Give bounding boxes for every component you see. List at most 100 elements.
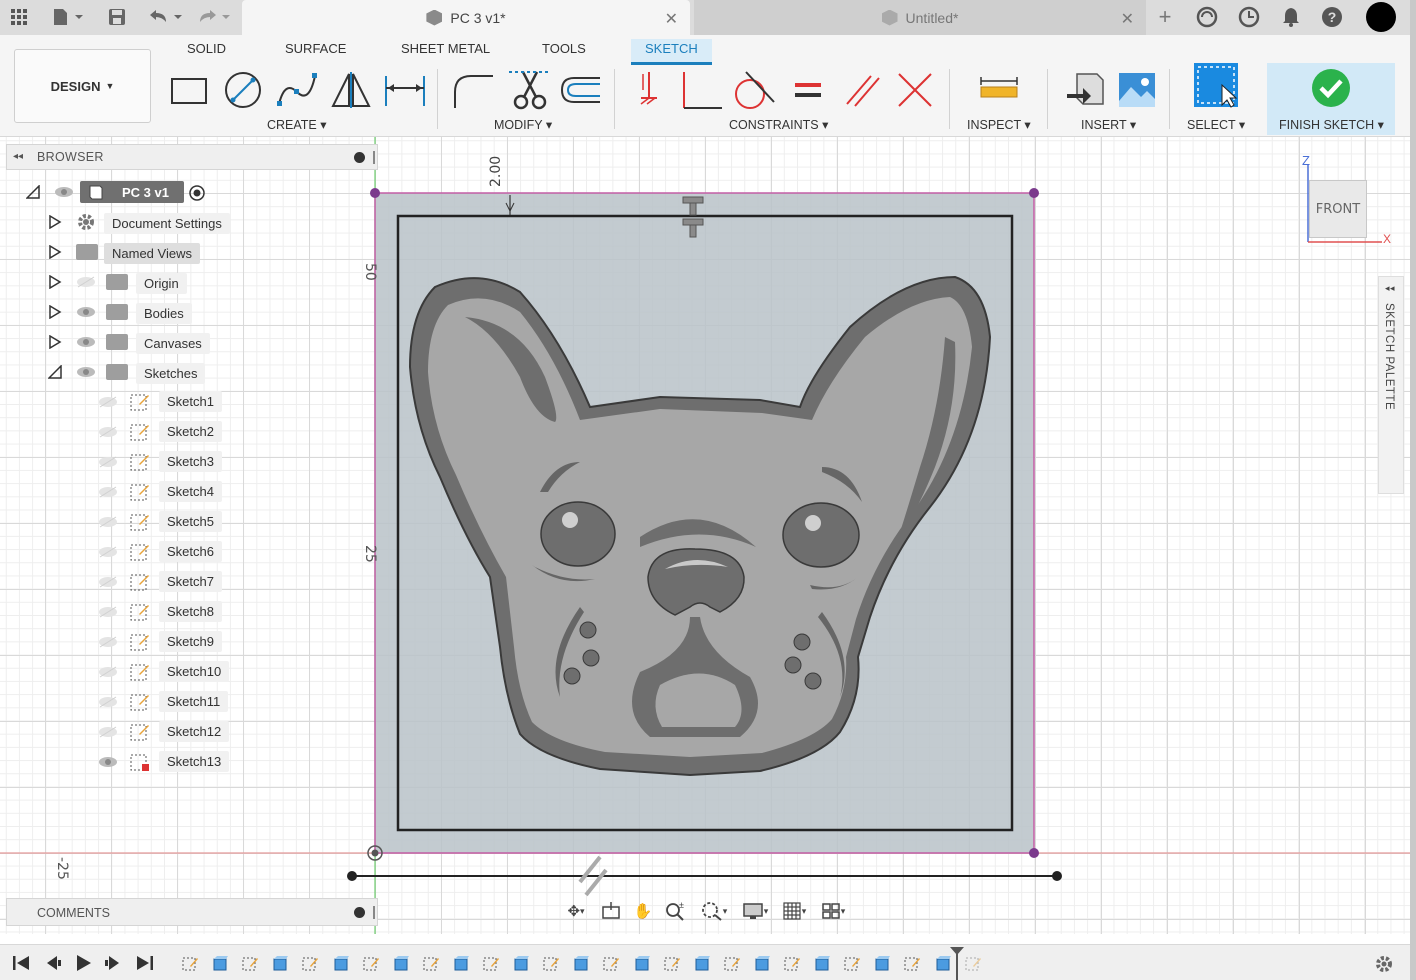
file-menu-icon[interactable] (50, 6, 86, 28)
notifications-bell-icon[interactable] (1280, 6, 1302, 28)
hidden-eye-icon[interactable] (98, 726, 118, 738)
tab-sketch[interactable]: SKETCH (631, 39, 712, 65)
finish-sketch-button[interactable]: FINISH SKETCH ▾ (1267, 63, 1395, 135)
trim-scissors-icon[interactable] (506, 67, 552, 113)
timeline-feature-extrude-icon[interactable] (573, 955, 590, 971)
pan-hand-icon[interactable]: ✋ (632, 900, 654, 922)
timeline-feature-sketch-icon[interactable] (543, 955, 560, 971)
save-icon[interactable] (106, 6, 128, 28)
play-icon[interactable] (74, 954, 92, 972)
spline-tool-icon[interactable] (274, 67, 320, 113)
timeline-feature-extrude-icon[interactable] (212, 955, 229, 971)
hidden-eye-icon[interactable] (98, 516, 118, 528)
browser-pin-icon[interactable] (354, 152, 365, 163)
browser-resize-handle[interactable] (373, 151, 375, 164)
tab-tools[interactable]: TOOLS (528, 39, 600, 65)
timeline-feature-extrude-icon[interactable] (272, 955, 289, 971)
tab-solid[interactable]: SOLID (173, 39, 240, 65)
select-group-label[interactable]: SELECT ▾ (1187, 117, 1245, 132)
visibility-eye-icon[interactable] (76, 306, 96, 318)
look-at-icon[interactable] (600, 900, 622, 922)
circle-tool-icon[interactable] (220, 67, 266, 113)
close-tab-icon[interactable]: ✕ (665, 9, 678, 29)
timeline-feature-sketch-icon[interactable] (603, 955, 620, 971)
browser-panel-header[interactable]: ◂◂ BROWSER (6, 144, 378, 170)
design-viewport[interactable]: 2.00 50 25 -25 (0, 137, 1410, 934)
fix-constraint-icon[interactable] (626, 67, 672, 113)
timeline-feature-sketch-icon[interactable] (904, 955, 921, 971)
modify-group-label[interactable]: MODIFY ▾ (494, 117, 552, 132)
timeline-feature-sketch-icon[interactable] (242, 955, 259, 971)
undo-icon[interactable] (146, 6, 186, 28)
timeline-settings-gear-icon[interactable] (1374, 954, 1394, 974)
new-tab-icon[interactable]: + (1154, 4, 1176, 29)
user-avatar[interactable] (1366, 2, 1396, 32)
fillet-tool-icon[interactable] (450, 67, 496, 113)
equal-constraint-icon[interactable] (786, 67, 832, 113)
insert-canvas-image-icon[interactable] (1114, 67, 1160, 113)
visibility-eye-icon[interactable] (76, 366, 96, 378)
orbit-icon[interactable]: ✥ ▾ (558, 900, 594, 922)
visibility-eye-icon[interactable] (54, 186, 74, 198)
timeline-feature-extrude-icon[interactable] (814, 955, 831, 971)
tab-active-document[interactable]: PC 3 v1* ✕ (242, 0, 690, 35)
timeline-feature-extrude-icon[interactable] (333, 955, 349, 971)
hidden-eye-icon[interactable] (98, 426, 118, 438)
hidden-eye-icon[interactable] (98, 696, 118, 708)
select-window-icon[interactable] (1192, 63, 1238, 109)
constraints-group-label[interactable]: CONSTRAINTS ▾ (729, 117, 828, 132)
collapsed-triangle-icon[interactable] (48, 305, 62, 319)
help-icon[interactable]: ? (1321, 6, 1343, 28)
timeline-feature-sketch-icon[interactable] (965, 955, 981, 971)
comments-add-icon[interactable] (354, 907, 365, 918)
activate-radio-icon[interactable] (188, 184, 206, 202)
timeline-feature-extrude-icon[interactable] (634, 955, 650, 971)
timeline-feature-sketch-icon[interactable] (724, 955, 740, 971)
hidden-eye-icon[interactable] (98, 666, 118, 678)
redo-icon[interactable] (196, 6, 236, 28)
dimension-value[interactable]: 2.00 (488, 156, 504, 187)
grid-settings-icon[interactable]: ▾ (777, 900, 811, 922)
tab-inactive-document[interactable]: Untitled* ✕ (694, 0, 1146, 35)
comments-resize-handle[interactable] (373, 906, 375, 919)
create-group-label[interactable]: CREATE ▾ (267, 117, 327, 132)
clock-icon[interactable] (1238, 6, 1260, 28)
hidden-eye-icon[interactable] (98, 486, 118, 498)
expanded-triangle-icon[interactable] (48, 365, 62, 379)
collapsed-triangle-icon[interactable] (48, 245, 62, 259)
insert-group-label[interactable]: INSERT ▾ (1081, 117, 1136, 132)
hidden-eye-icon[interactable] (98, 546, 118, 558)
timeline-feature-sketch-icon[interactable] (483, 955, 499, 971)
timeline-feature-sketch-icon[interactable] (664, 955, 680, 971)
timeline-feature-extrude-icon[interactable] (513, 955, 530, 971)
timeline-feature-extrude-icon[interactable] (453, 955, 469, 971)
timeline-feature-sketch-icon[interactable] (844, 955, 861, 971)
timeline-feature-extrude-icon[interactable] (754, 955, 770, 971)
parallel-constraint-icon[interactable] (840, 67, 886, 113)
timeline-feature-sketch-icon[interactable] (423, 955, 439, 971)
close-tab-icon[interactable]: ✕ (1121, 9, 1134, 29)
apps-grid-icon[interactable] (8, 6, 30, 28)
mirror-tool-icon[interactable] (328, 67, 374, 113)
job-status-icon[interactable] (1196, 6, 1218, 28)
timeline-feature-extrude-icon[interactable] (694, 955, 710, 971)
hidden-eye-icon[interactable] (98, 396, 118, 408)
visibility-eye-icon[interactable] (76, 336, 96, 348)
viewcube-front-face[interactable]: FRONT (1309, 180, 1367, 238)
offset-tool-icon[interactable] (558, 67, 604, 113)
timeline-marker[interactable] (949, 945, 965, 980)
expanded-triangle-icon[interactable] (26, 185, 40, 199)
display-settings-icon[interactable]: ▾ (738, 900, 772, 922)
collapsed-triangle-icon[interactable] (48, 215, 62, 229)
hidden-eye-icon[interactable] (98, 636, 118, 648)
viewports-icon[interactable]: ▾ (816, 900, 850, 922)
step-back-icon[interactable] (44, 954, 62, 972)
step-forward-icon[interactable] (104, 954, 122, 972)
zoom-icon[interactable]: ± (664, 900, 686, 922)
go-to-end-icon[interactable] (136, 954, 154, 972)
tab-sheet-metal[interactable]: SHEET METAL (387, 39, 504, 65)
measure-ruler-icon[interactable] (976, 67, 1022, 113)
timeline-feature-sketch-icon[interactable] (182, 955, 198, 971)
hidden-eye-icon[interactable] (76, 276, 96, 288)
timeline-feature-extrude-icon[interactable] (874, 955, 891, 971)
